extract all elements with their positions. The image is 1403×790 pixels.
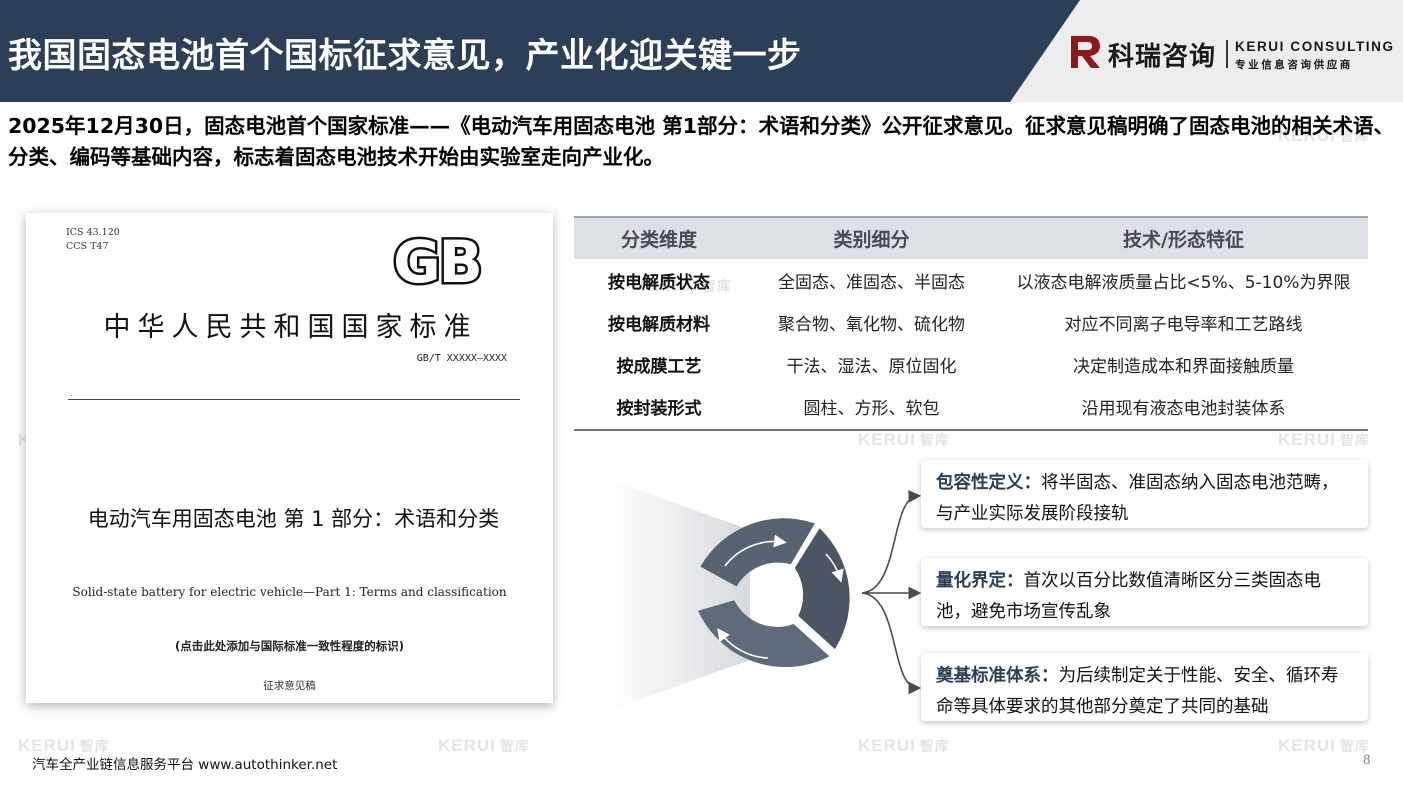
connector-arrow-icon xyxy=(861,489,922,594)
brand-divider xyxy=(1226,40,1228,68)
doc-dot: . xyxy=(70,389,73,398)
cycle-diagram xyxy=(610,480,922,710)
table-row: 按成膜工艺 干法、湿法、原位固化 决定制造成本和界面接触质量 xyxy=(574,343,1368,385)
table-cell: 全固态、准固态、半固态 xyxy=(778,272,965,293)
footer-platform: 汽车全产业链信息服务平台 www.autothinker.net xyxy=(32,757,338,773)
gb-logo-icon: GB xyxy=(391,231,486,291)
table-header-cell: 分类维度 xyxy=(620,229,697,251)
doc-title-en: Solid-state battery for electric vehicle… xyxy=(72,585,507,599)
table-header: 分类维度 类别细分 技术/形态特征 xyxy=(574,218,1368,259)
feature-label: 包容性定义： xyxy=(936,473,1041,493)
page-number: 8 xyxy=(1363,752,1371,768)
watermark: KERUI智库 xyxy=(858,430,950,449)
table-row: 按电解质状态 全固态、准固态、半固态 以液态电解液质量占比<5%、5-10%为界… xyxy=(574,259,1368,301)
table-cell: 按电解质材料 xyxy=(608,314,710,335)
table-row: 按电解质材料 聚合物、氧化物、硫化物 对应不同离子电导率和工艺路线 xyxy=(574,301,1368,343)
table-cell: 按封装形式 xyxy=(616,398,702,419)
doc-note: (点击此处添加与国际标准一致性程度的标识) xyxy=(174,639,404,653)
kerui-logo-icon xyxy=(1071,36,1100,68)
cycle-segment xyxy=(794,528,850,650)
standard-cover-image: ICS 43.120 CCS T47 GB 中华人民共和国国家标准 GB/T X… xyxy=(26,213,553,703)
doc-title-cn: 电动汽车用固态电池 第 1 部分：术语和分类 xyxy=(87,507,500,531)
page-title: 我国固态电池首个国标征求意见，产业化迎关键一步 xyxy=(8,36,802,76)
brand-name-en: KERUI CONSULTING xyxy=(1235,39,1395,54)
table-cell: 沿用现有液态电池封装体系 xyxy=(1081,398,1286,419)
watermark: KERUI智库 xyxy=(1278,430,1370,449)
doc-code: GB/T XXXXX—XXXX xyxy=(416,353,507,364)
table-header-cell: 类别细分 xyxy=(833,229,910,251)
classification-table: 分类维度 类别细分 技术/形态特征 按电解质状态 全固态、准固态、半固态 以液态… xyxy=(574,216,1368,431)
brand-tagline: 专业信息咨询供应商 xyxy=(1235,59,1353,71)
feature-box-inclusive: 包容性定义：将半固态、准固态纳入固态电池范畴，与产业实际发展阶段接轨 xyxy=(921,460,1368,528)
feature-label: 奠基标准体系： xyxy=(936,666,1059,686)
feature-box-foundation: 奠基标准体系：为后续制定关于性能、安全、循环寿命等具体要求的其他部分奠定了共同的… xyxy=(921,653,1368,721)
feature-box-quantified: 量化界定：首次以百分比数值清晰区分三类固态电池，避免市场宣传乱象 xyxy=(921,558,1368,626)
intro-paragraph: 2025年12月30日，固态电池首个国家标准——《电动汽车用固态电池 第1部分：… xyxy=(8,114,1395,169)
doc-ics: ICS 43.120 xyxy=(66,227,120,238)
doc-rule xyxy=(68,399,520,400)
doc-standard-name: 中华人民共和国国家标准 xyxy=(103,312,478,343)
table-header-cell: 技术/形态特征 xyxy=(1123,229,1244,251)
watermark: KERUI智库 xyxy=(1278,736,1370,755)
table-cell: 按电解质状态 xyxy=(608,272,710,293)
watermark: KERUI智库 xyxy=(858,736,950,755)
table-cell: 对应不同离子电导率和工艺路线 xyxy=(1064,314,1303,335)
brand-logo: 科瑞咨询 KERUI CONSULTING 专业信息咨询供应商 xyxy=(1070,32,1400,74)
doc-draft-label: 征求意见稿 xyxy=(263,680,316,692)
table-bottom-rule xyxy=(574,429,1368,431)
feature-label: 量化界定： xyxy=(936,571,1024,591)
doc-ccs: CCS T47 xyxy=(66,241,109,252)
watermark: KERUI智库 xyxy=(438,736,530,755)
table-cell: 干法、湿法、原位固化 xyxy=(786,356,957,377)
svg-text:GB: GB xyxy=(393,231,481,291)
table-cell: 圆柱、方形、软包 xyxy=(803,398,940,419)
table-cell: 聚合物、氧化物、硫化物 xyxy=(778,314,965,335)
connector-arrow-icon xyxy=(861,592,922,695)
table-cell: 以液态电解液质量占比<5%、5-10%为界限 xyxy=(1016,272,1351,293)
table-cell: 按成膜工艺 xyxy=(616,356,702,377)
cycle-shadow xyxy=(610,480,750,710)
table-row: 按封装形式 圆柱、方形、软包 沿用现有液态电池封装体系 xyxy=(574,385,1368,427)
table-cell: 决定制造成本和界面接触质量 xyxy=(1073,356,1294,377)
brand-name-cn: 科瑞咨询 xyxy=(1108,42,1217,72)
